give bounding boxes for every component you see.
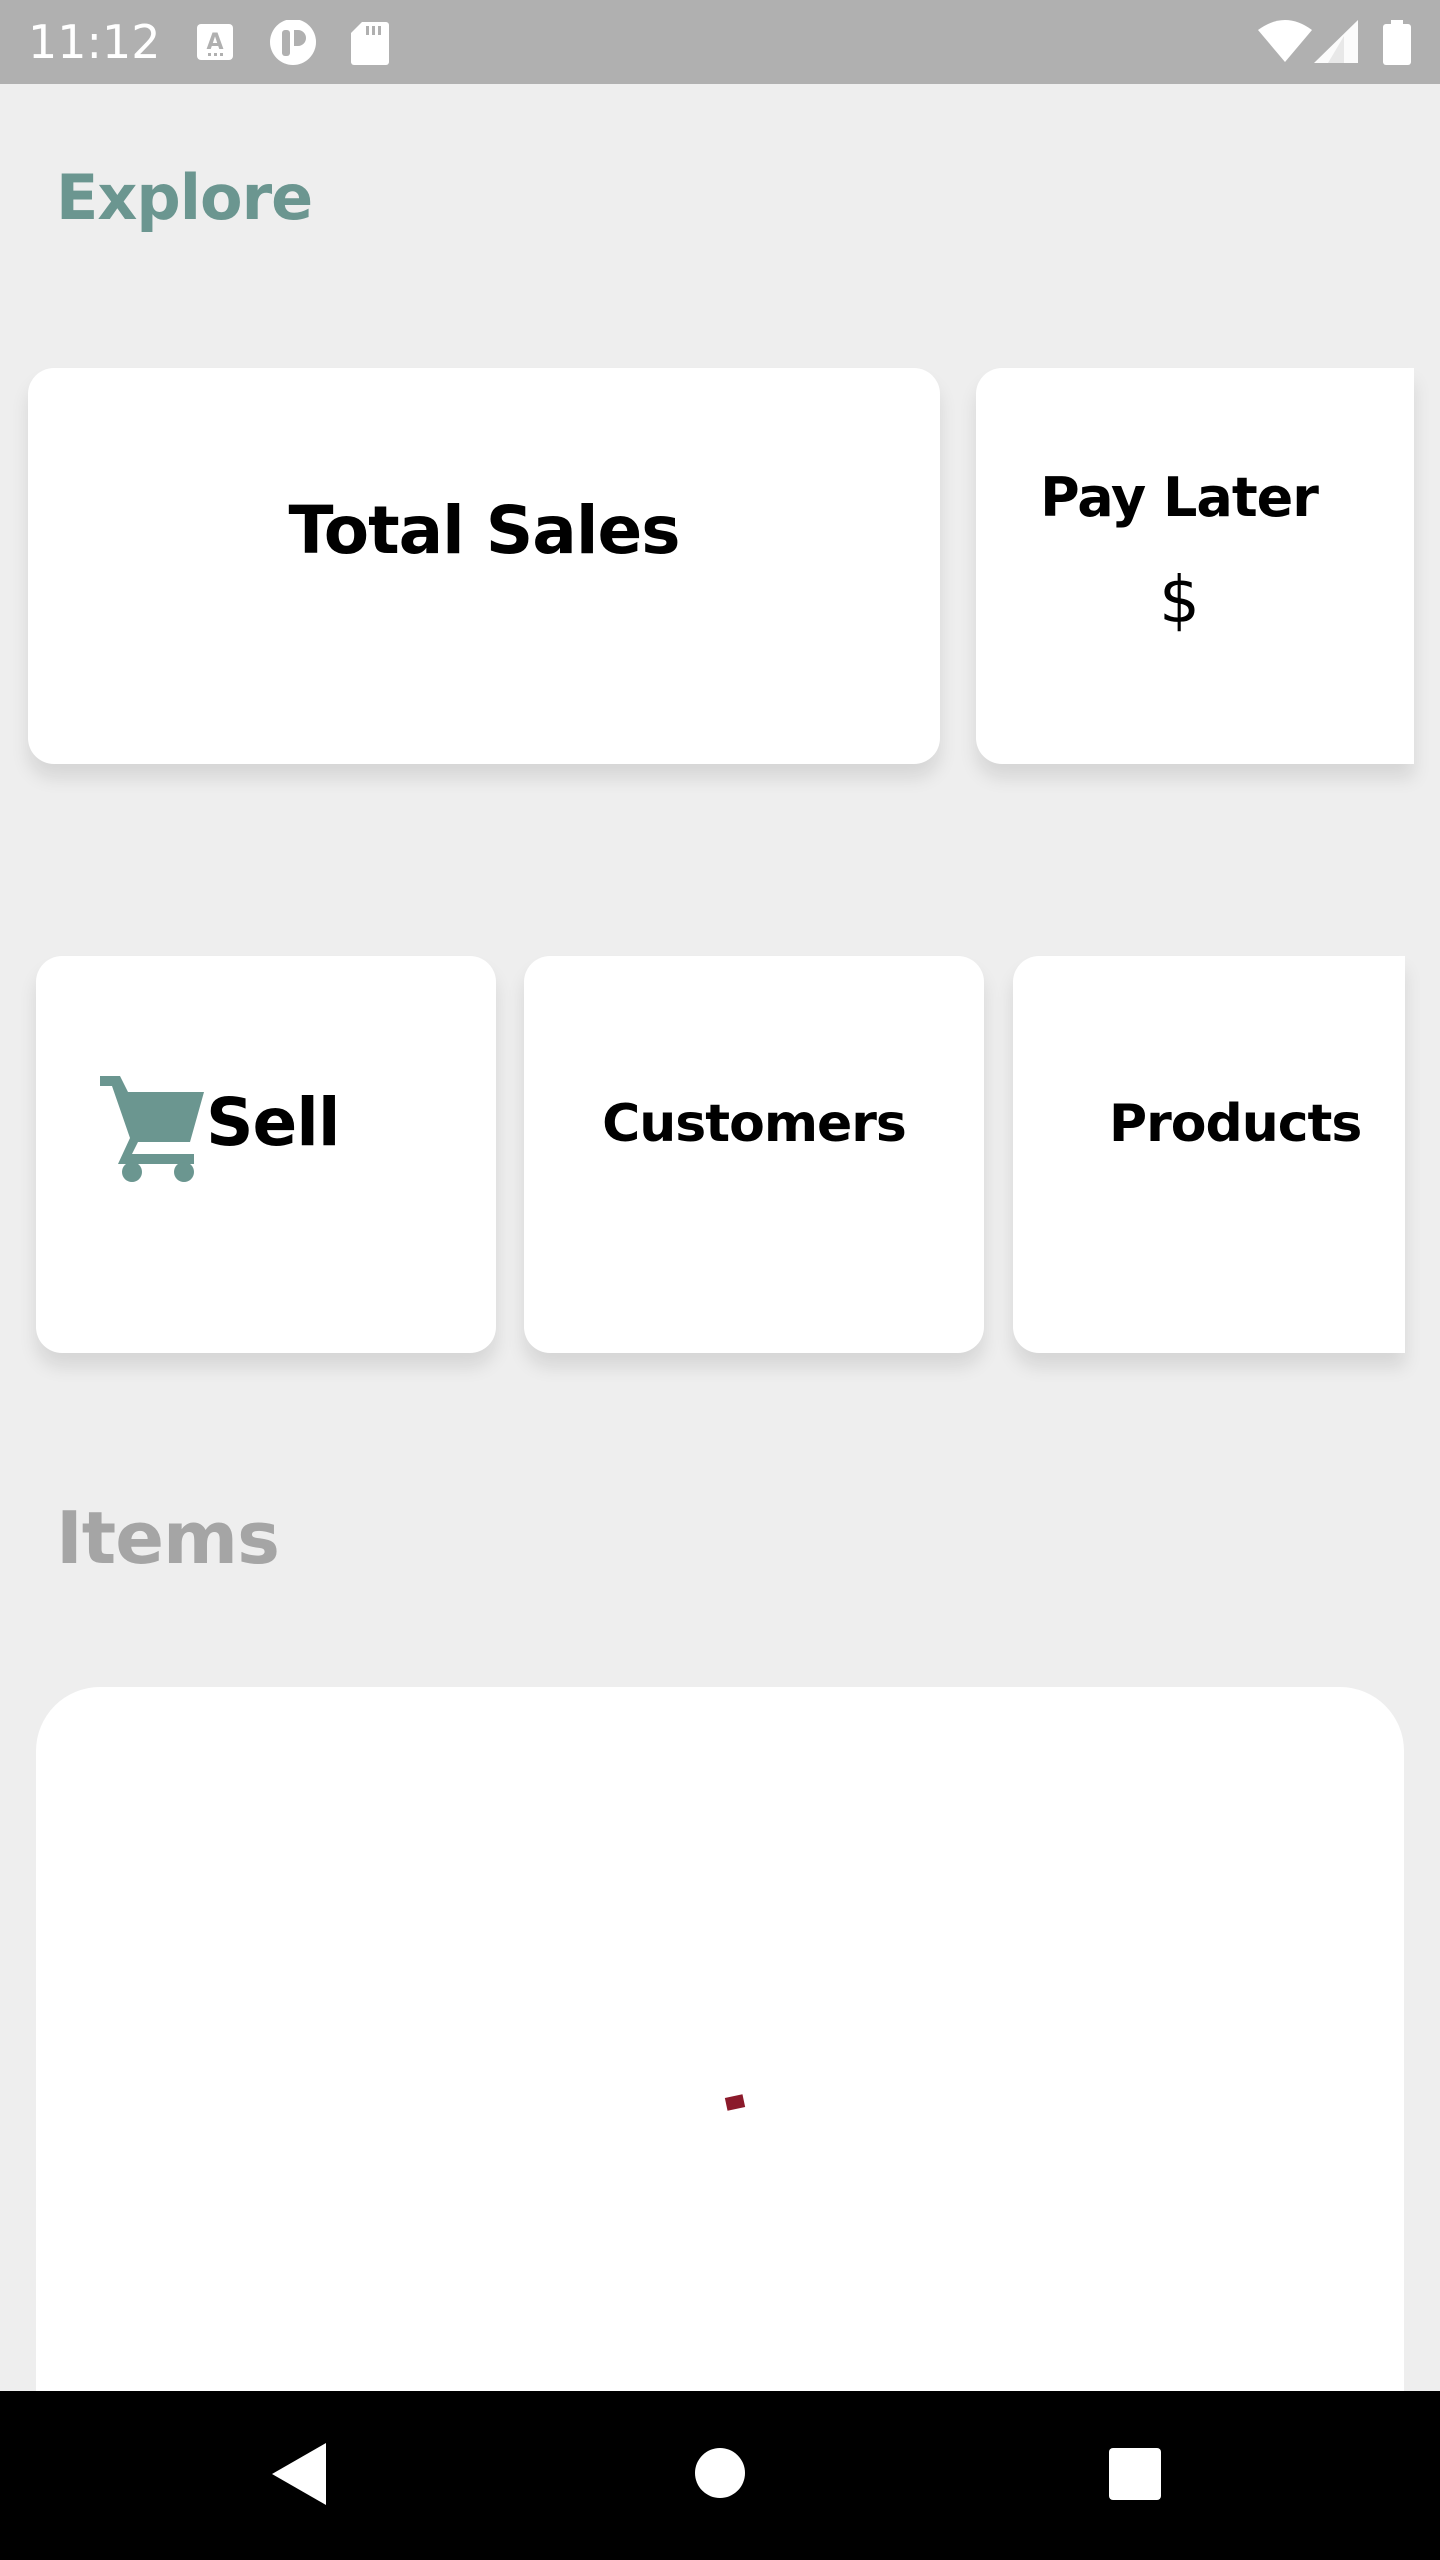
- total-sales-card[interactable]: Total Sales: [28, 368, 940, 764]
- products-card[interactable]: Products: [1013, 956, 1405, 1353]
- sd-card-icon: [350, 20, 390, 70]
- items-list-panel: [36, 1687, 1404, 2407]
- status-time: 11:12: [28, 15, 161, 69]
- customers-card[interactable]: Customers: [524, 956, 984, 1353]
- record-icon: [268, 19, 318, 74]
- signal-icon: [1314, 20, 1360, 68]
- pay-later-card[interactable]: Pay Later $: [976, 368, 1414, 764]
- sell-card[interactable]: Sell: [36, 956, 496, 1353]
- battery-icon: [1382, 20, 1412, 70]
- total-sales-label: Total Sales: [288, 492, 680, 569]
- pay-later-value: $: [1159, 564, 1200, 638]
- wifi-icon: [1258, 20, 1312, 68]
- cart-icon: [98, 1072, 208, 1186]
- customers-label: Customers: [602, 1094, 907, 1154]
- pay-later-label: Pay Later: [1040, 466, 1319, 529]
- home-icon[interactable]: [694, 2447, 746, 2503]
- keyboard-a-icon: A: [196, 20, 234, 68]
- back-icon[interactable]: [270, 2441, 330, 2511]
- explore-heading: Explore: [56, 161, 313, 234]
- status-bar: 11:12 A: [0, 0, 1440, 84]
- svg-text:A: A: [206, 30, 223, 55]
- products-label: Products: [1109, 1094, 1362, 1154]
- recents-icon[interactable]: [1108, 2447, 1162, 2505]
- items-heading: Items: [56, 1496, 280, 1580]
- navigation-bar: [0, 2391, 1440, 2560]
- sell-label: Sell: [206, 1084, 341, 1161]
